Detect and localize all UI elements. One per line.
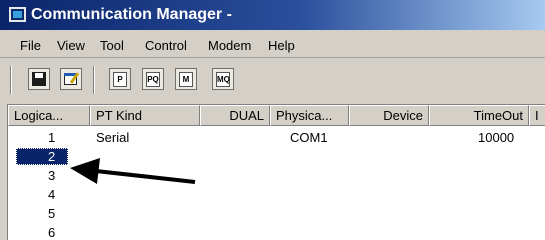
column-header-dual[interactable]: DUAL	[200, 105, 270, 126]
app-icon	[9, 7, 26, 22]
menu-view[interactable]: View	[57, 38, 85, 53]
menu-tool[interactable]: Tool	[100, 38, 124, 53]
m-button[interactable]: M	[175, 68, 197, 90]
menu-file[interactable]: File	[20, 38, 41, 53]
column-header-device[interactable]: Device	[349, 105, 429, 126]
cell-logical: 3	[48, 168, 56, 183]
menu-modem[interactable]: Modem	[208, 38, 251, 53]
column-header-logical[interactable]: Logica...	[8, 105, 90, 126]
communication-manager-window: Communication Manager - File View Tool C…	[0, 0, 545, 240]
cell-physical: COM1	[290, 130, 328, 145]
cell-logical: 4	[48, 187, 56, 202]
m-doc-icon: M	[179, 72, 193, 87]
ports-list-view[interactable]: Logica... PT Kind DUAL Physica... Device…	[7, 104, 545, 240]
cell-logical: 1	[48, 130, 56, 145]
menu-bar: File View Tool Control Modem Help	[0, 30, 545, 58]
column-header-timeout[interactable]: TimeOut	[429, 105, 529, 126]
p-doc-icon: P	[113, 72, 127, 87]
mq-button[interactable]: MQ	[212, 68, 234, 90]
cell-logical: 2	[48, 149, 56, 164]
cell-timeout: 10000	[478, 130, 515, 145]
menu-control[interactable]: Control	[145, 38, 187, 53]
pq-button[interactable]: PQ	[142, 68, 164, 90]
properties-button[interactable]	[60, 68, 82, 90]
pq-doc-icon: PQ	[146, 72, 160, 87]
p-button[interactable]: P	[109, 68, 131, 90]
cell-logical: 5	[48, 206, 56, 221]
menu-help[interactable]: Help	[268, 38, 295, 53]
save-button[interactable]	[28, 68, 50, 90]
toolbar-separator	[93, 66, 95, 94]
mq-doc-icon: MQ	[216, 72, 230, 87]
toolbar: P PQ M MQ	[0, 58, 545, 104]
window-title: Communication Manager -	[31, 6, 232, 23]
title-bar[interactable]: Communication Manager -	[0, 0, 545, 30]
column-header-physical[interactable]: Physica...	[270, 105, 349, 126]
selection-highlight	[16, 148, 68, 165]
toolbar-grip	[10, 66, 12, 94]
cell-logical: 6	[48, 225, 56, 240]
column-header-pt-kind[interactable]: PT Kind	[90, 105, 200, 126]
cell-pt-kind: Serial	[96, 130, 130, 145]
column-header-i[interactable]: I	[529, 105, 545, 126]
